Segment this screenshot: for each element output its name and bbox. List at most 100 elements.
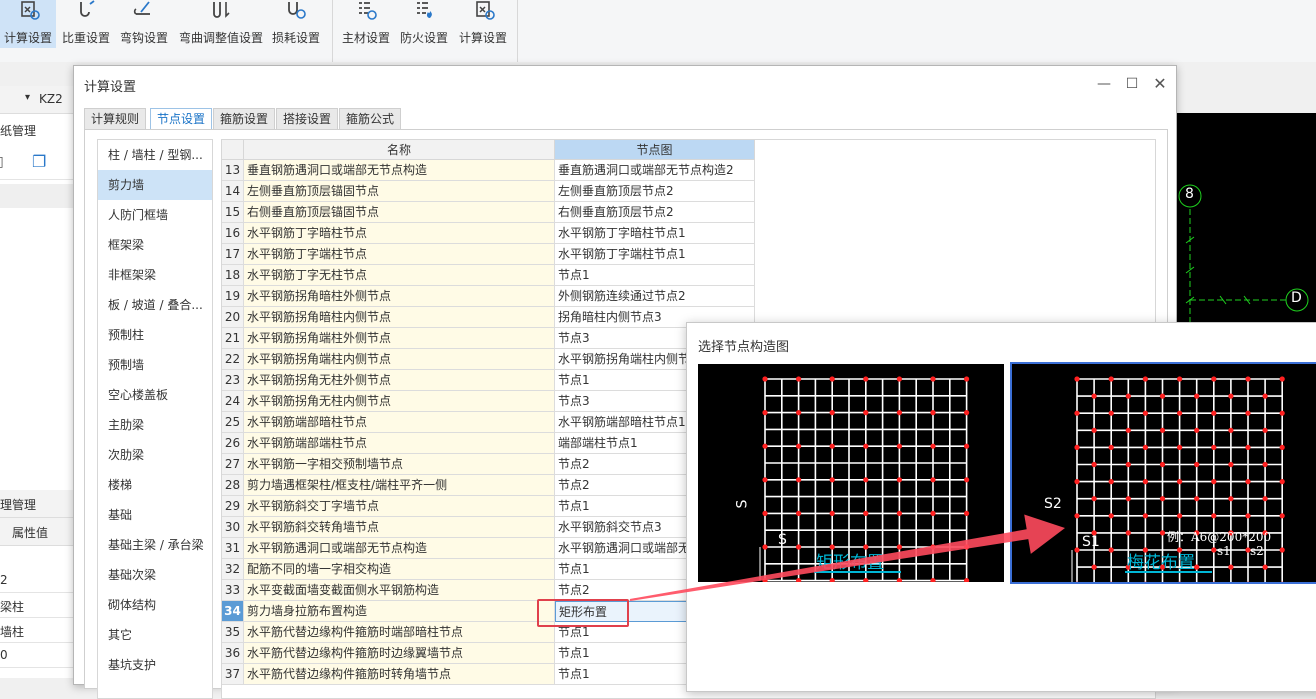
behind-prop-row[interactable]: 墙柱 [0, 618, 75, 643]
component-type-item[interactable]: 基础主梁 / 承台梁 [98, 530, 212, 560]
row-node-cell[interactable]: 垂直筋遇洞口或端部无节点构造2 [555, 160, 755, 181]
table-row[interactable]: 37水平筋代替边缘构件箍筋时转角墙节点节点1 [222, 664, 755, 685]
tie-dot [1143, 411, 1148, 416]
tie-dot [1092, 496, 1097, 501]
copy-icon[interactable]: ❐ [32, 152, 46, 171]
ribbon-fire-settings-button[interactable]: 防火设置 [397, 0, 451, 48]
table-row[interactable]: 34剪力墙身拉筋布置构造矩形布置 [222, 601, 755, 622]
tie-dot [1228, 496, 1233, 501]
tie-dot [1160, 462, 1165, 467]
component-type-item[interactable]: 基础次梁 [98, 560, 212, 590]
tab-calc-rules[interactable]: 计算规则 [84, 108, 146, 130]
table-row[interactable]: 18水平钢筋丁字无柱节点节点1 [222, 265, 755, 286]
table-row[interactable]: 21水平钢筋拐角端柱外侧节点节点3 [222, 328, 755, 349]
tab-stirrup-settings[interactable]: 箍筋设置 [213, 108, 275, 130]
table-row[interactable]: 35水平筋代替边缘构件箍筋时端部暗柱节点节点1 [222, 622, 755, 643]
tie-dot [830, 511, 835, 516]
table-row[interactable]: 16水平钢筋丁字暗柱节点水平钢筋丁字暗柱节点1 [222, 223, 755, 244]
component-type-item[interactable]: 砌体结构 [98, 590, 212, 620]
component-type-item[interactable]: 主肋梁 [98, 410, 212, 440]
table-row[interactable]: 32配筋不同的墙一字相交构造节点1 [222, 559, 755, 580]
row-node-cell[interactable]: 水平钢筋丁字端柱节点1 [555, 244, 755, 265]
component-type-item[interactable]: 预制柱 [98, 320, 212, 350]
component-type-item[interactable]: 楼梯 [98, 470, 212, 500]
table-row[interactable]: 15右侧垂直筋顶层锚固节点右侧垂直筋顶层节点2 [222, 202, 755, 223]
table-row[interactable]: 30水平钢筋斜交转角墙节点水平钢筋斜交节点3 [222, 517, 755, 538]
row-node-cell[interactable]: 左侧垂直筋顶层节点2 [555, 181, 755, 202]
table-row[interactable]: 29水平钢筋斜交丁字墙节点节点1 [222, 496, 755, 517]
table-row[interactable]: 23水平钢筋拐角无柱外侧节点节点1 [222, 370, 755, 391]
component-type-item[interactable]: 预制墙 [98, 350, 212, 380]
tie-dot [796, 544, 801, 549]
row-node-cell[interactable]: 外侧钢筋连续通过节点2 [555, 286, 755, 307]
column-header-node[interactable]: 节点图 [555, 140, 755, 160]
option-rectangular-layout[interactable]: S S 矩形布置 [698, 364, 1004, 582]
ribbon-weight-settings-button[interactable]: 比重设置 [59, 0, 113, 48]
behind-prop-row[interactable]: 0 [0, 643, 75, 668]
minimize-icon[interactable]: — [1092, 74, 1116, 94]
component-type-item[interactable]: 人防门框墙 [98, 200, 212, 230]
tie-dot [1074, 376, 1079, 381]
table-row[interactable]: 31水平钢筋遇洞口或端部无节点构造水平钢筋遇洞口或端部无 [222, 538, 755, 559]
node-picker-dialog: 选择节点构造图 S S 矩形布置 S2 S1 例：A6@200*200 s1 s… [686, 322, 1316, 692]
delete-icon[interactable]: ▯ [0, 154, 4, 170]
component-type-item[interactable]: 剪力墙 [98, 170, 212, 200]
component-type-list: 柱 / 墙柱 / 型钢...剪力墙人防门框墙框架梁非框架梁板 / 坡道 / 叠合… [97, 139, 213, 699]
component-type-item[interactable]: 非框架梁 [98, 260, 212, 290]
tab-node-settings[interactable]: 节点设置 [150, 108, 212, 130]
maximize-icon[interactable]: ☐ [1120, 74, 1144, 94]
row-node-cell[interactable]: 水平钢筋丁字暗柱节点1 [555, 223, 755, 244]
tie-dot [964, 511, 969, 516]
table-row[interactable]: 19水平钢筋拐角暗柱外侧节点外侧钢筋连续通过节点2 [222, 286, 755, 307]
component-type-item[interactable]: 基础 [98, 500, 212, 530]
tie-dot [1126, 462, 1131, 467]
component-type-item[interactable]: 其它 [98, 620, 212, 650]
tie-dot [897, 511, 902, 516]
ribbon-loss-settings-button[interactable]: 损耗设置 [269, 0, 323, 48]
table-row[interactable]: 28剪力墙遇框架柱/框支柱/端柱平齐一侧节点2 [222, 475, 755, 496]
ribbon-hook-settings-button[interactable]: 弯钩设置 [117, 0, 171, 48]
picker-title: 选择节点构造图 [698, 336, 789, 355]
tab-stirrup-formula[interactable]: 箍筋公式 [339, 108, 401, 130]
table-row[interactable]: 24水平钢筋拐角无柱内侧节点节点3 [222, 391, 755, 412]
ribbon-calc-settings-button[interactable]: 计算设置 [0, 0, 56, 48]
table-row[interactable]: 27水平钢筋一字相交预制墙节点节点2 [222, 454, 755, 475]
table-row[interactable]: 13垂直钢筋遇洞口或端部无节点构造垂直筋遇洞口或端部无节点构造2 [222, 160, 755, 181]
table-row[interactable]: 25水平钢筋端部暗柱节点水平钢筋端部暗柱节点1 [222, 412, 755, 433]
row-node-cell[interactable]: 右侧垂直筋顶层节点2 [555, 202, 755, 223]
option-plum-layout[interactable]: S2 S1 例：A6@200*200 s1 s2 梅花布置 [1012, 364, 1316, 582]
component-type-item[interactable]: 基坑支护 [98, 650, 212, 680]
behind-selector[interactable]: ▾ KZ2 [0, 86, 75, 114]
tie-dot [930, 477, 935, 482]
tie-dot [1194, 496, 1199, 501]
tie-dot [930, 410, 935, 415]
row-number: 18 [222, 265, 244, 286]
ribbon-calc-settings-2-button[interactable]: 计算设置 [455, 0, 511, 48]
bend-adjust-icon [204, 0, 238, 24]
row-node-cell[interactable]: 节点1 [555, 265, 755, 286]
table-row[interactable]: 26水平钢筋端部端柱节点端部端柱节点1 [222, 433, 755, 454]
row-number: 17 [222, 244, 244, 265]
tie-dot [1109, 411, 1114, 416]
tie-dot [964, 578, 969, 582]
component-type-item[interactable]: 次肋梁 [98, 440, 212, 470]
behind-prop-row[interactable]: 2 [0, 568, 75, 593]
row-number: 29 [222, 496, 244, 517]
table-row[interactable]: 17水平钢筋丁字端柱节点水平钢筋丁字端柱节点1 [222, 244, 755, 265]
component-type-item[interactable]: 柱 / 墙柱 / 型钢... [98, 140, 212, 170]
table-row[interactable]: 14左侧垂直筋顶层锚固节点左侧垂直筋顶层节点2 [222, 181, 755, 202]
table-row[interactable]: 36水平筋代替边缘构件箍筋时边缘翼墙节点节点1 [222, 643, 755, 664]
behind-prop-row[interactable]: 梁柱 [0, 593, 75, 618]
table-row[interactable]: 22水平钢筋拐角端柱内侧节点水平钢筋拐角端柱内侧节 [222, 349, 755, 370]
ribbon-material-settings-button[interactable]: 主材设置 [339, 0, 393, 48]
ribbon-bend-adjust-button[interactable]: 弯曲调整值设置 [175, 0, 267, 48]
tab-lap-settings[interactable]: 搭接设置 [276, 108, 338, 130]
component-type-item[interactable]: 板 / 坡道 / 叠合... [98, 290, 212, 320]
table-row[interactable]: 20水平钢筋拐角暗柱内侧节点拐角暗柱内侧节点3 [222, 307, 755, 328]
close-icon[interactable]: ✕ [1148, 74, 1172, 94]
column-header-name[interactable]: 名称 [244, 140, 555, 160]
cad-drawing-area[interactable]: 8 D [1176, 113, 1316, 328]
component-type-item[interactable]: 框架梁 [98, 230, 212, 260]
component-type-item[interactable]: 空心楼盖板 [98, 380, 212, 410]
table-row[interactable]: 33水平变截面墙变截面侧水平钢筋构造节点2 [222, 580, 755, 601]
